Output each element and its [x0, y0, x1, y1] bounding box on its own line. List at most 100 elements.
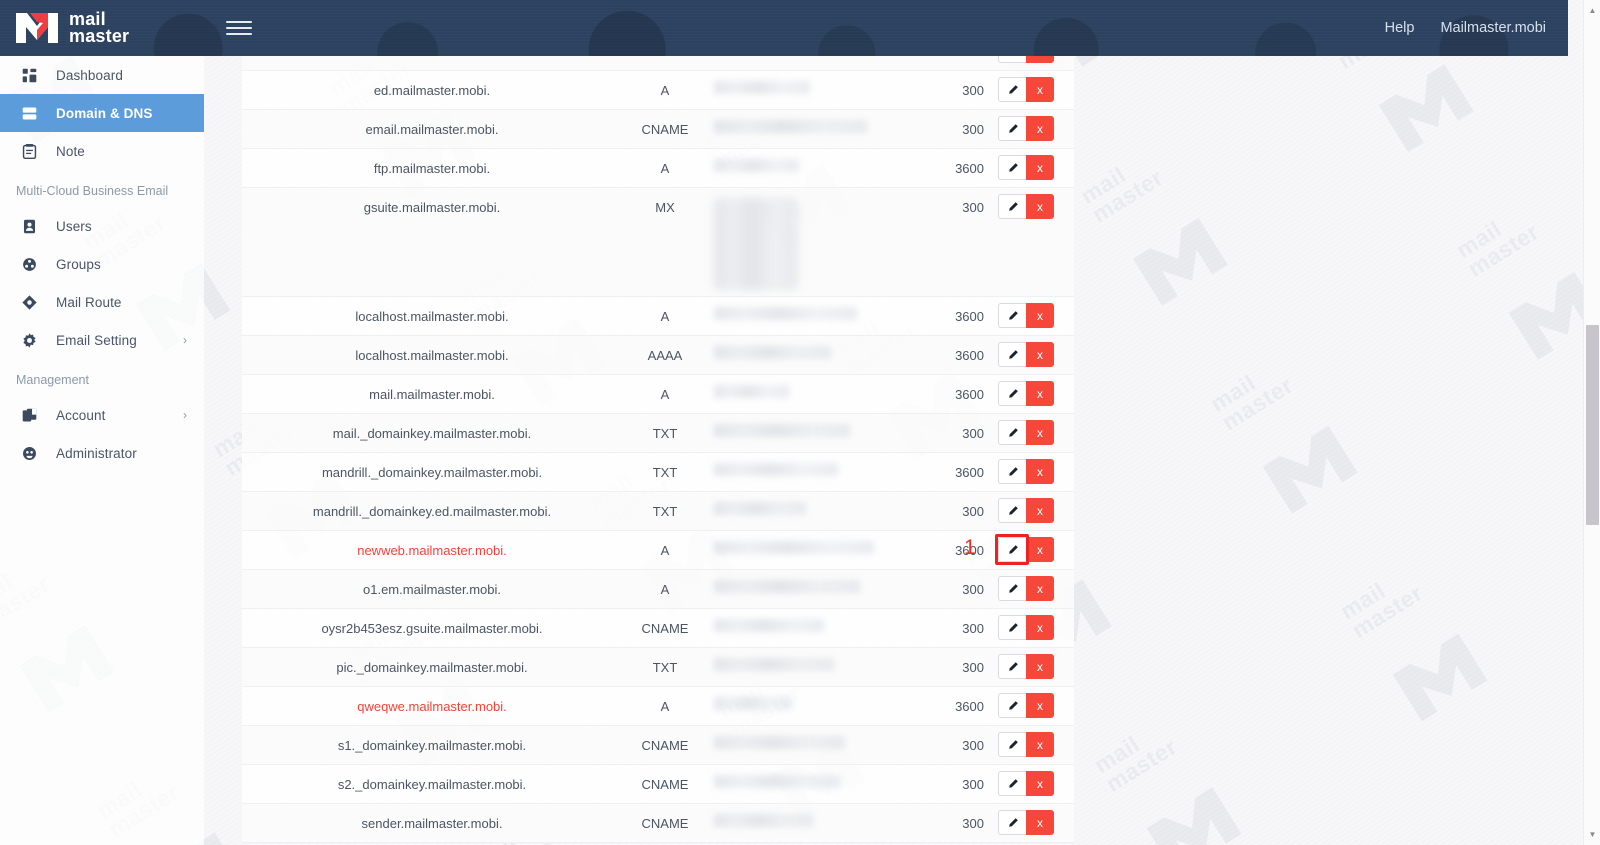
table-row[interactable]: s1._domainkey.mailmaster.mobi. CNAME 300 x — [242, 726, 1074, 765]
edit-button[interactable] — [998, 459, 1026, 484]
table-row[interactable]: s2._domainkey.mailmaster.mobi. CNAME 300 x — [242, 765, 1074, 804]
edit-button[interactable] — [998, 194, 1026, 219]
sidebar-item-account[interactable]: Account › — [0, 396, 204, 434]
record-value-redacted — [714, 619, 824, 632]
edit-button[interactable] — [998, 116, 1026, 141]
delete-button[interactable]: x — [1026, 810, 1054, 835]
record-name: newweb.mailmaster.mobi. — [357, 543, 507, 558]
delete-button[interactable]: x — [1026, 732, 1054, 757]
delete-button[interactable]: x — [1026, 459, 1054, 484]
delete-button[interactable]: x — [1026, 420, 1054, 445]
row-actions: x — [988, 110, 1074, 141]
table-row[interactable]: mail.mailmaster.mobi. A 3600 x — [242, 375, 1074, 414]
table-row[interactable]: o1.em.mailmaster.mobi. A 300 x — [242, 570, 1074, 609]
delete-button[interactable]: x — [1026, 693, 1054, 718]
table-row[interactable]: mandrill._domainkey.mailmaster.mobi. TXT 3… — [242, 453, 1074, 492]
hamburger-icon[interactable] — [226, 17, 252, 39]
row-actions: x — [988, 453, 1074, 484]
table-row[interactable]: oysr2b453esz.gsuite.mailmaster.mobi. CNAM… — [242, 609, 1074, 648]
table-row[interactable]: localhost.mailmaster.mobi. A 3600 x — [242, 297, 1074, 336]
record-type: TXT — [652, 465, 678, 480]
table-row[interactable]: qweqwe.mailmaster.mobi. A 3600 x — [242, 687, 1074, 726]
topbar-actions: Help Mailmaster.mobi — [1385, 0, 1568, 56]
edit-button[interactable] — [998, 77, 1026, 102]
record-type: A — [660, 543, 670, 558]
edit-button[interactable] — [998, 498, 1026, 523]
edit-button[interactable] — [998, 303, 1026, 328]
delete-button[interactable]: x — [1026, 116, 1054, 141]
delete-button[interactable]: x — [1026, 615, 1054, 640]
table-row[interactable]: ftp.mailmaster.mobi. A 3600 x — [242, 149, 1074, 188]
edit-button[interactable] — [998, 771, 1026, 796]
table-row[interactable]: 300 x — [242, 56, 1074, 71]
sidebar-item-administrator[interactable]: Administrator — [0, 434, 204, 472]
sidebar-item-groups[interactable]: Groups — [0, 245, 204, 283]
account-menu-link[interactable]: Mailmaster.mobi — [1440, 20, 1546, 36]
table-row[interactable]: newweb.mailmaster.mobi. A 3600 x 1 — [242, 531, 1074, 570]
sidebar-item-note[interactable]: Note — [0, 132, 204, 170]
delete-button[interactable]: x — [1026, 155, 1054, 180]
edit-button[interactable] — [998, 420, 1026, 445]
table-row[interactable]: localhost.mailmaster.mobi. AAAA 3600 x — [242, 336, 1074, 375]
edit-button[interactable] — [998, 693, 1026, 718]
edit-button[interactable] — [998, 732, 1026, 757]
record-value-redacted — [714, 346, 831, 359]
delete-button[interactable]: x — [1026, 381, 1054, 406]
table-row[interactable]: mandrill._domainkey.ed.mailmaster.mobi. T… — [242, 492, 1074, 531]
sidebar-item-users[interactable]: Users — [0, 207, 204, 245]
edit-button[interactable] — [998, 576, 1026, 601]
record-ttl: 300 — [962, 504, 984, 519]
delete-button[interactable]: x — [1026, 342, 1054, 367]
scrollbar-thumb[interactable] — [1586, 325, 1599, 525]
delete-button[interactable]: x — [1026, 194, 1054, 219]
mailmaster-logo-icon — [16, 13, 58, 43]
brand-logo[interactable]: mail master — [0, 0, 204, 56]
edit-button[interactable] — [998, 537, 1026, 562]
sidebar-item-label: Users — [56, 218, 92, 234]
record-name: gsuite.mailmaster.mobi. — [363, 200, 501, 215]
edit-button[interactable] — [998, 810, 1026, 835]
table-row[interactable]: mail._domainkey.mailmaster.mobi. TXT 300 x — [242, 414, 1074, 453]
delete-button[interactable]: x — [1026, 654, 1054, 679]
pencil-icon — [1008, 388, 1018, 398]
row-actions: x — [988, 56, 1074, 63]
delete-button[interactable]: x — [1026, 56, 1054, 63]
pencil-icon — [1008, 84, 1018, 94]
delete-button[interactable]: x — [1026, 77, 1054, 102]
table-row[interactable]: email.mailmaster.mobi. CNAME 300 x — [242, 110, 1074, 149]
sidebar-item-dashboard[interactable]: Dashboard — [0, 56, 204, 94]
table-row[interactable]: sender.mailmaster.mobi. CNAME 300 x — [242, 804, 1074, 843]
sidebar-item-mail-route[interactable]: Mail Route — [0, 283, 204, 321]
page-scrollbar[interactable]: ▲ ▼ — [1583, 0, 1600, 845]
record-ttl: 300 — [962, 582, 984, 597]
table-row[interactable]: ed.mailmaster.mobi. A 300 x — [242, 71, 1074, 110]
scroll-down-arrow-icon[interactable]: ▼ — [1584, 826, 1600, 843]
pencil-icon — [1008, 739, 1018, 749]
record-value-redacted — [714, 775, 842, 788]
edit-button[interactable] — [998, 381, 1026, 406]
row-actions: x — [988, 149, 1074, 180]
edit-button[interactable] — [998, 342, 1026, 367]
delete-button[interactable]: x — [1026, 498, 1054, 523]
record-name: pic._domainkey.mailmaster.mobi. — [336, 660, 528, 675]
sidebar-item-domain-dns[interactable]: Domain & DNS — [0, 94, 204, 132]
delete-button[interactable]: x — [1026, 771, 1054, 796]
row-actions: x — [988, 297, 1074, 328]
sidebar-item-email-setting[interactable]: Email Setting › — [0, 321, 204, 359]
edit-button[interactable] — [998, 654, 1026, 679]
delete-button[interactable]: x — [1026, 576, 1054, 601]
close-x-icon: x — [1037, 464, 1043, 479]
scroll-up-arrow-icon[interactable]: ▲ — [1584, 2, 1600, 19]
record-value-cell — [708, 149, 896, 178]
help-link[interactable]: Help — [1385, 20, 1415, 36]
record-type: TXT — [652, 426, 678, 441]
edit-button[interactable] — [998, 615, 1026, 640]
edit-button[interactable] — [998, 56, 1026, 63]
table-row[interactable]: gsuite.mailmaster.mobi. MX 300 x — [242, 188, 1074, 297]
delete-button[interactable]: x — [1026, 303, 1054, 328]
edit-button[interactable] — [998, 155, 1026, 180]
record-ttl: 300 — [962, 122, 984, 137]
record-name: localhost.mailmaster.mobi. — [355, 348, 509, 363]
delete-button[interactable]: x — [1026, 537, 1054, 562]
table-row[interactable]: pic._domainkey.mailmaster.mobi. TXT 300 x — [242, 648, 1074, 687]
